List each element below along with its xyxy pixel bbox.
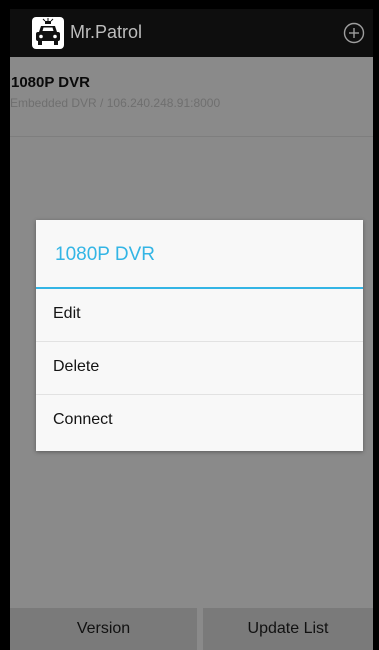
- app-title: Mr.Patrol: [70, 22, 143, 42]
- menu-item-edit[interactable]: Edit: [36, 289, 363, 341]
- police-car-icon: [32, 17, 64, 49]
- context-menu-dialog: 1080P DVR Edit Delete Connect: [36, 220, 363, 451]
- action-bar: Mr.Patrol: [10, 9, 373, 57]
- menu-item-delete[interactable]: Delete: [36, 342, 363, 394]
- version-button-label: Version: [76, 620, 131, 637]
- menu-item-label: Edit: [53, 305, 81, 322]
- app-screen: Mr.Patrol 1080P DVR Embedded DVR / 106.2…: [10, 9, 373, 650]
- version-button[interactable]: Version: [10, 608, 197, 650]
- device-list-item[interactable]: 1080P DVR Embedded DVR / 106.240.248.91:…: [10, 69, 373, 121]
- device-description: Embedded DVR / 106.240.248.91:8000: [10, 96, 221, 110]
- list-divider: [10, 136, 373, 137]
- menu-item-label: Delete: [53, 358, 100, 375]
- menu-item-label: Connect: [53, 411, 113, 428]
- update-list-button-label: Update List: [247, 620, 329, 637]
- dialog-title: 1080P DVR: [55, 244, 155, 265]
- device-name: 1080P DVR: [11, 74, 90, 91]
- update-list-button[interactable]: Update List: [203, 608, 373, 650]
- add-circle-icon[interactable]: [343, 22, 365, 44]
- menu-item-connect[interactable]: Connect: [36, 395, 363, 447]
